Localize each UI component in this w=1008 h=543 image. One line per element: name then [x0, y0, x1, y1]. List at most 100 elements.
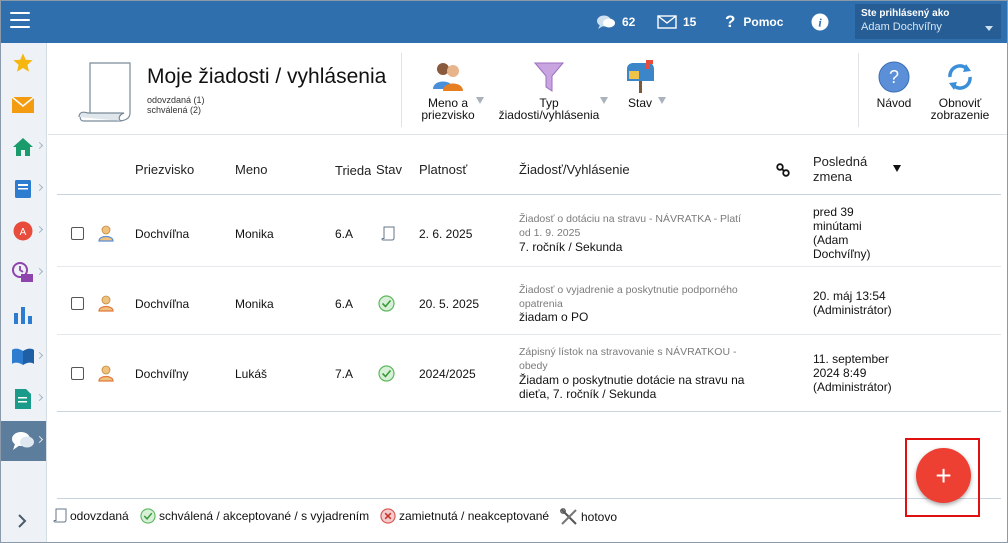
- open-book-icon: [12, 348, 34, 365]
- filter-name-button[interactable]: Meno a priezvisko: [416, 55, 480, 121]
- filter-type-button[interactable]: Typ žiadosti/vyhlásenia: [490, 55, 608, 121]
- legend-submitted-label: odovzdaná: [70, 508, 129, 523]
- envelope-icon: [12, 97, 34, 113]
- sidebar-item-attendance[interactable]: [0, 253, 46, 293]
- request-type-line-1: Žiadosť o vyjadrenie a poskytnutie podpo…: [519, 284, 738, 296]
- help-guide-label: Návod: [876, 96, 912, 110]
- request-text-line-2: dieťa, 7. ročník / Sekunda: [519, 387, 657, 401]
- user-dropdown[interactable]: Ste prihlásený ako Adam Dochvíľny: [855, 4, 1001, 39]
- sidebar-item-home[interactable]: [0, 127, 46, 167]
- chevron-right-icon: [35, 351, 44, 360]
- legend-approved-label: schválená / akceptované / s vyjadrením: [159, 509, 370, 523]
- column-header-surname[interactable]: Priezvisko: [135, 162, 194, 177]
- user-name: Adam Dochvíľny: [861, 21, 942, 33]
- cell-request-text: žiadam o PO: [519, 310, 764, 324]
- column-header-request[interactable]: Žiadosť/Vyhlásenie: [519, 162, 630, 177]
- sidebar-item-library[interactable]: [0, 337, 46, 377]
- help-label: Pomoc: [743, 14, 784, 29]
- last-change-line-2: (Administrátor): [813, 303, 892, 317]
- last-change-line-3: (Administrátor): [813, 380, 892, 394]
- svg-text:A: A: [20, 227, 27, 238]
- info-icon: i: [811, 13, 829, 30]
- sidebar-item-classbook[interactable]: [0, 169, 46, 209]
- chat-icon: [12, 432, 34, 450]
- sort-desc-icon[interactable]: [893, 165, 901, 172]
- clock-screen-icon: [12, 262, 33, 282]
- table-header-divider: [57, 194, 1001, 195]
- row-divider: [57, 334, 1001, 335]
- column-header-state[interactable]: Stav: [376, 162, 402, 177]
- cell-class: 6.A: [335, 297, 354, 311]
- cell-class: 6.A: [335, 227, 354, 241]
- page-header: Moje žiadosti / vyhlásenia odovzdaná (1)…: [48, 43, 1008, 135]
- row-checkbox[interactable]: [71, 367, 84, 380]
- cell-request-type[interactable]: Žiadosť o vyjadrenie a poskytnutie podpo…: [519, 283, 764, 311]
- filter-state-dropdown-icon[interactable]: [658, 97, 666, 104]
- sidebar-item-requests[interactable]: [0, 421, 46, 461]
- mail-count: 15: [683, 14, 697, 29]
- document-edit-icon: [15, 389, 31, 409]
- chevron-right-icon: [35, 141, 44, 150]
- star-icon: [13, 53, 33, 72]
- cell-surname: Dochvíľny: [135, 367, 189, 381]
- divider: [401, 53, 402, 127]
- last-change-line-2: 2024 8:49: [813, 366, 867, 380]
- submitted-count: odovzdaná (1): [147, 95, 205, 105]
- sidebar-item-favorites[interactable]: [0, 43, 46, 83]
- help-button[interactable]: ? Pomoc: [725, 0, 783, 43]
- cell-request-text: 7. ročník / Sekunda: [519, 240, 764, 254]
- last-change-label-2: zmena: [813, 169, 853, 184]
- person-icon: [98, 365, 114, 382]
- rejected-state-icon: [380, 508, 396, 524]
- cell-class: 7.A: [335, 367, 354, 381]
- scroll-document-icon: [78, 62, 131, 122]
- row-checkbox[interactable]: [71, 227, 84, 240]
- filter-state-button[interactable]: Stav: [618, 55, 662, 109]
- cell-validity: 2024/2025: [419, 367, 476, 381]
- sidebar-item-mail[interactable]: [0, 85, 46, 125]
- add-request-button[interactable]: +: [916, 448, 971, 503]
- cell-last-change: 20. máj 13:54 (Administrátor): [813, 289, 923, 317]
- column-header-last-change[interactable]: Posledná zmena: [813, 154, 867, 184]
- menu-icon[interactable]: [10, 12, 30, 28]
- info-button[interactable]: i: [811, 0, 835, 43]
- page-title: Moje žiadosti / vyhlásenia: [147, 65, 387, 88]
- cell-request-text: Žiadam o poskytnutie dotácie na stravu n…: [519, 373, 764, 401]
- help-guide-button[interactable]: ? Návod: [870, 55, 918, 109]
- column-header-name[interactable]: Meno: [235, 162, 268, 177]
- messages-count: 62: [622, 14, 636, 29]
- column-header-validity[interactable]: Platnosť: [419, 162, 467, 177]
- mail-button[interactable]: 15: [657, 0, 696, 43]
- cell-validity: 2. 6. 2025: [419, 227, 473, 241]
- sidebar-item-documents[interactable]: [0, 379, 46, 419]
- request-type-line-2: obedy: [519, 360, 548, 372]
- svg-text:?: ?: [889, 67, 899, 87]
- sidebar: A: [0, 43, 47, 543]
- cell-request-type[interactable]: Žiadosť o dotáciu na stravu - NÁVRATKA -…: [519, 212, 764, 240]
- cell-request-type[interactable]: Zápisný lístok na stravovanie s NÁVRATKO…: [519, 345, 764, 373]
- request-text-line-1: žiadam o PO: [519, 310, 589, 324]
- filter-name-dropdown-icon[interactable]: [476, 97, 484, 104]
- expand-sidebar-icon[interactable]: [14, 513, 30, 529]
- last-change-label-1: Posledná: [813, 154, 868, 169]
- sidebar-item-grades[interactable]: A: [0, 211, 46, 251]
- filter-name-label-2: priezvisko: [421, 108, 475, 122]
- question-circle-icon: ?: [878, 61, 910, 93]
- logged-in-label: Ste prihlásený ako: [861, 8, 950, 19]
- column-header-class[interactable]: Trieda: [335, 163, 371, 178]
- request-type-line-2: od 1. 9. 2025: [519, 227, 581, 239]
- sidebar-item-statistics[interactable]: [0, 295, 46, 335]
- approved-state-icon: [378, 365, 395, 382]
- legend-divider: [57, 498, 1001, 499]
- cell-name: Lukáš: [235, 367, 268, 381]
- messages-button[interactable]: 62: [596, 0, 635, 43]
- legend-rejected-label: zamietnutá / neakceptované: [399, 509, 550, 523]
- filter-type-dropdown-icon[interactable]: [600, 97, 608, 104]
- legend-approved: schválená / akceptované / s vyjadrením: [140, 508, 369, 524]
- home-icon: [13, 138, 33, 156]
- row-checkbox[interactable]: [71, 297, 84, 310]
- refresh-button[interactable]: Obnoviť zobrazenie: [926, 55, 994, 121]
- link-icon[interactable]: [776, 163, 790, 177]
- cell-surname: Dochvíľna: [135, 227, 190, 241]
- request-text-line-1: Žiadam o poskytnutie dotácie na stravu n…: [519, 373, 745, 387]
